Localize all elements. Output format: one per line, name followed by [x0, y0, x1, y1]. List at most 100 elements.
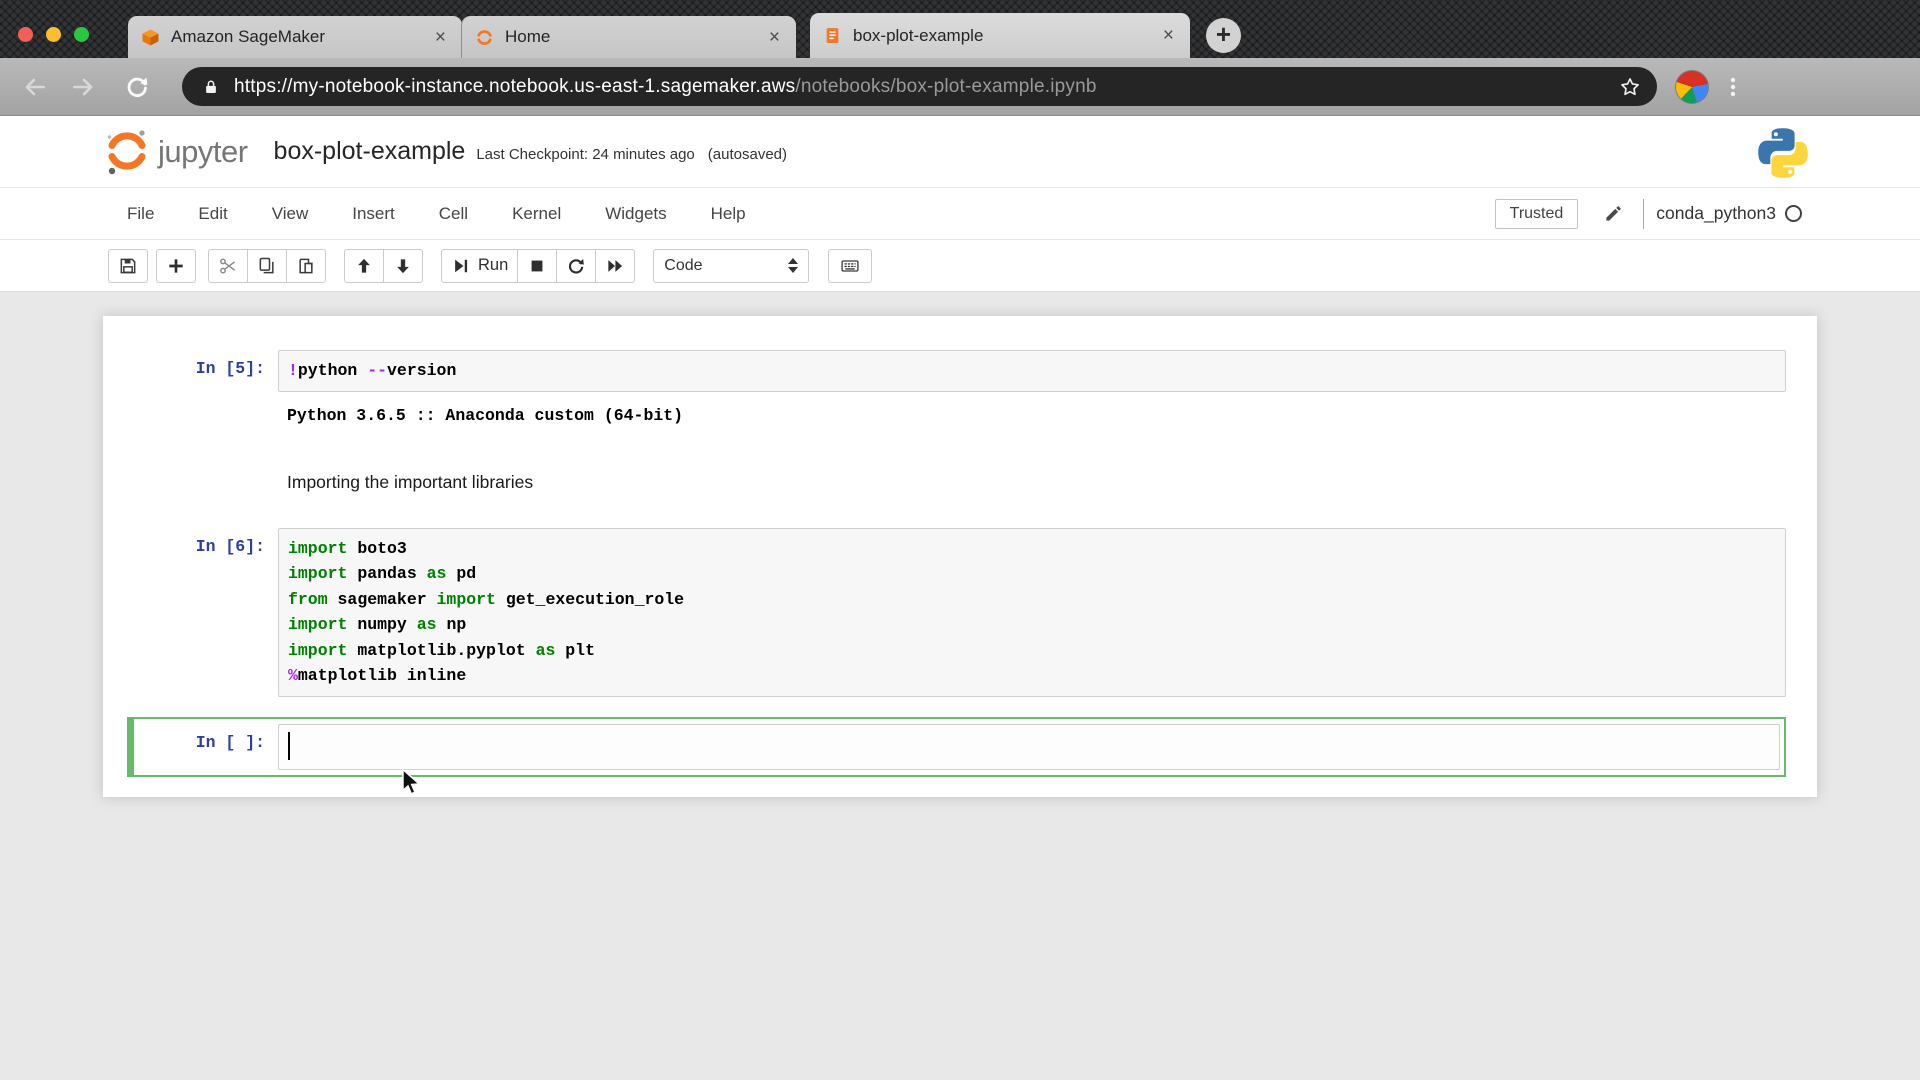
jupyter-logo-text[interactable]: jupyter [158, 134, 248, 170]
prompt-column [103, 403, 278, 429]
lock-icon [206, 80, 216, 93]
restart-kernel-button[interactable] [556, 248, 597, 283]
browser-profile-avatar[interactable] [1675, 69, 1709, 104]
tab-amazon-sagemaker[interactable]: Amazon SageMaker × [128, 16, 462, 58]
empty-cell-editor[interactable] [278, 723, 1780, 770]
tabs: Amazon SageMaker × Home × box-plot-examp… [128, 0, 1241, 58]
add-cell-button[interactable] [156, 248, 196, 283]
menu-edit[interactable]: Edit [198, 204, 227, 224]
paste-cell-button[interactable] [286, 248, 326, 283]
tab-close-icon[interactable]: × [1161, 26, 1176, 45]
notebook-page: In [5]: !python --version Python 3.6.5 :… [0, 292, 1920, 1080]
palette-group [828, 248, 873, 283]
clipboard-group [208, 248, 326, 283]
window-close-button[interactable] [18, 27, 33, 42]
copy-icon [259, 257, 274, 273]
menu-kernel[interactable]: Kernel [512, 204, 561, 224]
menu-view[interactable]: View [272, 204, 309, 224]
markdown-cell[interactable]: Importing the important libraries [103, 469, 1786, 495]
prompt-column [103, 469, 278, 495]
interrupt-kernel-button[interactable] [517, 248, 558, 283]
restart-icon [569, 258, 585, 274]
stop-icon [531, 260, 543, 271]
plus-icon [169, 258, 183, 273]
menu-file[interactable]: File [127, 204, 154, 224]
move-cell-up-button[interactable] [344, 248, 384, 283]
move-group [344, 248, 423, 283]
checkpoint-status: Last Checkpoint: 24 minutes ago [476, 146, 695, 163]
code-editor[interactable]: import boto3 import pandas as pd from sage… [278, 527, 1786, 697]
tab-home[interactable]: Home × [462, 16, 796, 58]
run-cell-button[interactable]: Run [441, 248, 519, 283]
back-icon[interactable] [22, 74, 48, 100]
tab-title: Amazon SageMaker [171, 27, 326, 46]
select-arrows-icon [788, 258, 799, 273]
notebook-title[interactable]: box-plot-example [274, 137, 466, 166]
menu-widgets[interactable]: Widgets [605, 204, 666, 224]
browser-toolbar: https://my-notebook-instance.notebook.us… [0, 58, 1920, 116]
paste-icon [299, 258, 313, 273]
menubar-right: Trusted conda_python3 [1494, 198, 1802, 229]
window-zoom-button[interactable] [74, 27, 89, 42]
copy-cell-button[interactable] [247, 248, 287, 283]
output-text: Python 3.6.5 :: Anaconda custom (64-bit) [287, 405, 684, 425]
fast-forward-icon [608, 259, 623, 272]
new-tab-button[interactable]: + [1206, 18, 1241, 53]
floppy-icon [120, 258, 136, 273]
kernel-name: conda_python3 [1656, 203, 1776, 223]
browser-tab-strip: Amazon SageMaker × Home × box-plot-examp… [0, 0, 1920, 58]
command-palette-button[interactable] [828, 248, 873, 283]
window-minimize-button[interactable] [46, 27, 61, 42]
code-cell-in6: In [6]: import boto3 import pandas as pd f… [103, 527, 1786, 697]
scissors-icon [220, 258, 236, 273]
reload-icon[interactable] [124, 74, 150, 100]
notebook-container: In [5]: !python --version Python 3.6.5 :… [103, 316, 1817, 797]
tab-close-icon[interactable]: × [767, 28, 782, 47]
prompt-column: In [6]: [103, 528, 278, 697]
prompt-column: In [5]: [103, 350, 278, 392]
notebook-doc-icon [824, 27, 841, 44]
jupyter-logo-icon[interactable] [104, 128, 150, 176]
move-cell-down-button[interactable] [383, 248, 423, 283]
mouse-cursor-icon [402, 768, 421, 795]
tab-title: Home [505, 27, 551, 46]
address-bar[interactable]: https://my-notebook-instance.notebook.us… [182, 67, 1657, 106]
window-controls [18, 27, 89, 42]
url-path: /notebooks/box-plot-example.ipynb [795, 75, 1097, 97]
arrow-down-icon [397, 258, 409, 273]
bookmark-star-icon[interactable] [1619, 76, 1641, 98]
kernel-idle-indicator-icon [1785, 205, 1802, 222]
divider [1643, 198, 1645, 229]
save-button[interactable] [108, 248, 148, 283]
url-text: https://my-notebook-instance.notebook.us… [234, 76, 1097, 98]
code-editor[interactable]: !python --version [278, 350, 1786, 392]
tab-close-icon[interactable]: × [433, 28, 448, 47]
browser-menu-icon[interactable] [1723, 75, 1743, 99]
menu-cell[interactable]: Cell [439, 204, 468, 224]
trusted-button[interactable]: Trusted [1494, 198, 1579, 229]
python-logo-icon [1758, 128, 1808, 178]
restart-run-all-button[interactable] [595, 248, 636, 283]
cut-cell-button[interactable] [208, 248, 248, 283]
autosave-status: (autosaved) [707, 146, 787, 163]
insert-group [156, 248, 196, 283]
sagemaker-cube-icon [142, 29, 159, 46]
cell-type-select[interactable]: Code [653, 248, 810, 283]
selected-empty-cell[interactable]: In [ ]: [127, 716, 1786, 777]
notebook-header: jupyter box-plot-example Last Checkpoint… [0, 116, 1920, 188]
code-cell-in5: In [5]: !python --version [103, 350, 1786, 392]
arrow-up-icon [358, 258, 370, 273]
edit-title-pencil-icon[interactable] [1604, 204, 1623, 223]
text-caret [288, 731, 290, 760]
run-group: Run [441, 248, 636, 283]
notebook-toolbar: Run Code [0, 240, 1920, 292]
screen: Amazon SageMaker × Home × box-plot-examp… [0, 0, 1920, 1080]
cell-type-value: Code [664, 256, 703, 274]
menu-insert[interactable]: Insert [352, 204, 395, 224]
menu-help[interactable]: Help [711, 204, 746, 224]
prompt-column: In [ ]: [134, 724, 278, 770]
tab-box-plot-example[interactable]: box-plot-example × [810, 13, 1190, 58]
forward-icon[interactable] [70, 74, 96, 100]
run-label: Run [478, 256, 509, 274]
input-prompt: In [5]: [195, 359, 265, 378]
